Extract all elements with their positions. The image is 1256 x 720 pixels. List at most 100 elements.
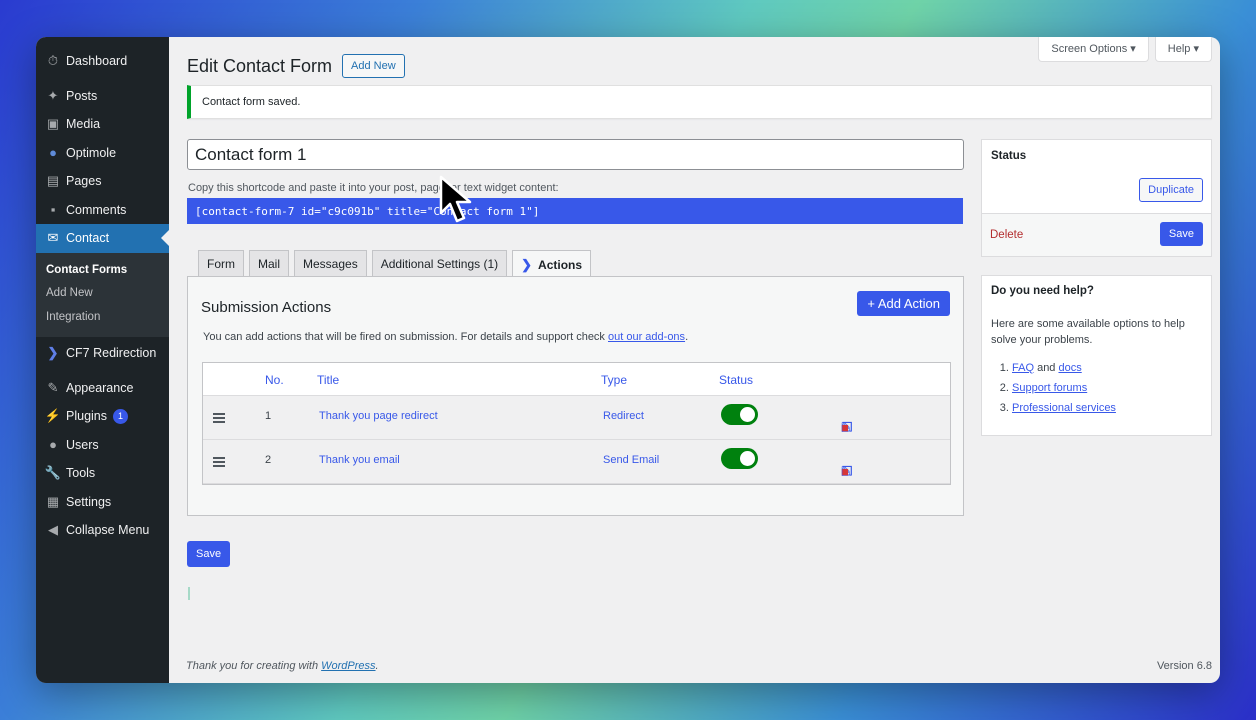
wrench-icon: 🔧 [44,465,62,481]
users-icon: ● [49,437,57,453]
submenu-integration[interactable]: Integration [36,306,169,330]
docs-link[interactable]: docs [1058,362,1081,374]
sidebar-item-label: Collapse Menu [66,523,150,538]
help-text: Here are some available options to help … [991,318,1185,346]
save-side-button[interactable]: Save [1159,222,1203,246]
optimole-icon: ● [49,145,57,161]
screen-options-button[interactable]: Screen Options ▾ [1038,37,1149,62]
collapse-icon: ◀ [48,522,58,538]
tab-additional-settings[interactable]: Additional Settings (1) [371,250,508,277]
support-forums-link[interactable]: Support forums [1012,382,1087,394]
status-toggle[interactable] [721,404,758,425]
help-list-item: FAQ and docs [1012,358,1202,378]
sidebar-item-comments[interactable]: ▪ Comments [36,196,169,225]
desc-text: You can add actions that will be fired o… [203,331,608,343]
table-header: No. Title Type Status [203,363,950,396]
saved-notice: Contact form saved. [187,85,1212,119]
duplicate-icon[interactable]: ❐ [841,464,853,480]
addons-link[interactable]: out our add-ons [608,331,685,343]
table-row: 1 Thank you page redirect Redirect ✎ ■ ❐ [203,396,950,440]
status-toggle[interactable] [721,448,758,469]
sidebar-item-label: Dashboard [66,54,128,69]
save-button[interactable]: Save [187,541,231,567]
tab-form[interactable]: Form [198,250,244,277]
page-title: Edit Contact Form Add New [187,54,405,78]
sidebar-item-settings[interactable]: ▦ Settings [36,488,169,517]
pages-icon: ▤ [46,173,60,189]
sidebar-item-label: Posts [66,88,98,103]
panel-description: You can add actions that will be fired o… [203,331,688,343]
submenu-contact-forms[interactable]: Contact Forms [36,259,169,283]
row-number: 2 [265,454,272,466]
settings-icon: ▦ [46,493,60,509]
footer-text: Thank you for creating with [186,660,322,672]
row-type: Send Email [603,454,660,466]
sidebar-item-collapse[interactable]: ◀ Collapse Menu [36,516,169,545]
help-list-item: Support forums [1012,378,1202,398]
sidebar-item-cf7-redirection[interactable]: ❯ CF7 Redirection [36,339,169,368]
sidebar-item-plugins[interactable]: ⚡ Plugins 1 [36,402,169,431]
row-title-link[interactable]: Thank you email [319,454,400,466]
comments-icon: ▪ [50,202,56,218]
row-title-link[interactable]: Thank you page redirect [319,410,438,422]
tab-actions[interactable]: ❯ Actions [512,250,592,278]
faq-link[interactable]: FAQ [1012,362,1034,374]
sidebar-item-label: Optimole [66,145,117,160]
sidebar-item-users[interactable]: ● Users [36,431,169,460]
help-box: Do you need help? Here are some availabl… [981,275,1212,436]
footer-thanks: Thank you for creating with WordPress. [186,660,379,672]
duplicate-button[interactable]: Duplicate [1139,178,1203,202]
drag-handle-icon[interactable] [213,413,225,425]
sidebar-item-label: Contact [66,231,110,246]
duplicate-icon[interactable]: ❐ [841,420,853,436]
sidebar-item-optimole[interactable]: ● Optimole [36,139,169,168]
sidebar-item-contact[interactable]: ✉ Contact [36,224,169,253]
admin-sidebar: ⏱ Dashboard ✦ Posts ▣ Media ● Optimole ▤… [36,37,169,683]
desc-suffix: . [685,331,689,343]
add-new-button[interactable]: Add New [342,54,405,78]
sidebar-item-label: Media [66,117,101,132]
professional-services-link[interactable]: Professional services [1012,402,1116,414]
page-heading: Edit Contact Form [187,55,333,76]
footer-suffix: . [375,660,379,672]
help-heading: Do you need help? [991,285,1094,297]
wordpress-link[interactable]: WordPress [321,660,375,672]
mail-icon: ✉ [47,230,59,246]
status-actions: Delete Save [982,213,1211,256]
status-box: Status Duplicate Delete Save [981,139,1212,257]
shortcode-field[interactable]: [contact-form-7 id="c9c091b" title="Cont… [187,198,963,224]
sidebar-item-media[interactable]: ▣ Media [36,110,169,139]
sidebar-item-tools[interactable]: 🔧 Tools [36,459,169,488]
status-heading: Status [991,150,1027,162]
tab-mail[interactable]: Mail [249,250,290,277]
help-list: FAQ and docs Support forums Professional… [991,358,1202,418]
sidebar-item-pages[interactable]: ▤ Pages [36,167,169,196]
sidebar-item-appearance[interactable]: ✎ Appearance [36,374,169,403]
col-type: Type [601,373,628,387]
form-title-input[interactable]: Contact form 1 [187,139,964,170]
delete-link[interactable]: Delete [990,229,1023,241]
screen-meta-links: Screen Options ▾ Help ▾ [1038,37,1212,62]
tab-actions-label: Actions [538,257,583,272]
submenu-add-new[interactable]: Add New [36,282,169,306]
sidebar-item-label: CF7 Redirection [66,346,157,361]
add-action-button[interactable]: + Add Action [857,291,950,316]
pin-icon: ✦ [47,87,59,103]
help-list-item: Professional services [1012,398,1202,418]
drag-handle-icon[interactable] [213,457,225,469]
sidebar-item-dashboard[interactable]: ⏱ Dashboard [36,47,169,76]
sidebar-item-label: Plugins [66,409,107,424]
help-button[interactable]: Help ▾ [1154,37,1212,62]
sidebar-item-posts[interactable]: ✦ Posts [36,82,169,111]
chevron-right-icon: ❯ [521,256,533,272]
mouse-cursor-icon [439,175,472,223]
actions-table: No. Title Type Status 1 Thank you page r… [202,362,951,485]
tab-messages[interactable]: Messages [294,250,367,277]
divider [188,587,190,600]
chevron-right-icon: ❯ [47,345,59,361]
shortcode-hint: Copy this shortcode and paste it into yo… [188,182,559,194]
contact-submenu: Contact Forms Add New Integration [36,252,169,337]
plugins-update-badge: 1 [113,408,128,424]
help-and: and [1034,362,1059,374]
media-icon: ▣ [46,116,60,132]
